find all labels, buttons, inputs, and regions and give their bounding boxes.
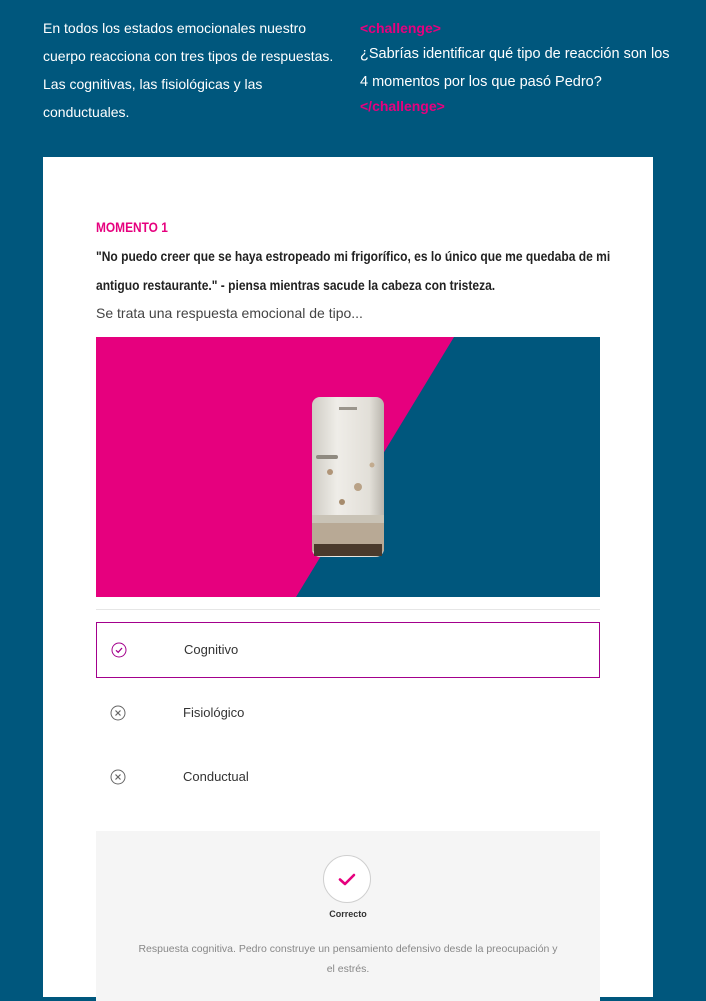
option-fisiologico[interactable]: Fisiológico (96, 686, 600, 742)
moment-title: MOMENTO 1 (96, 219, 168, 235)
option-cognitivo[interactable]: Cognitivo (96, 622, 600, 678)
challenge-block: <challenge> ¿Sabrías identificar qué tip… (360, 14, 670, 116)
feedback-panel: Correcto Respuesta cognitiva. Pedro cons… (96, 831, 600, 1001)
x-circle-icon (110, 769, 126, 785)
x-circle-icon (110, 705, 126, 721)
option-conductual[interactable]: Conductual (96, 750, 600, 806)
old-refrigerator-image (96, 337, 600, 597)
challenge-close-tag: </challenge> (360, 98, 445, 114)
option-label: Conductual (183, 769, 249, 784)
check-circle-icon (111, 642, 127, 658)
feedback-text: Respuesta cognitiva. Pedro construye un … (138, 943, 558, 975)
refrigerator-illustration (96, 337, 600, 597)
option-label: Fisiológico (183, 705, 245, 720)
check-icon (338, 873, 356, 886)
challenge-question: ¿Sabrías identificar qué tipo de reacció… (360, 46, 670, 90)
feedback-status-icon (323, 855, 371, 903)
divider (96, 609, 600, 610)
intro-text: En todos los estados emocionales nuestro… (43, 20, 334, 120)
moment-quote: "No puedo creer que se haya estropeado m… (96, 248, 611, 293)
feedback-status: Correcto (329, 909, 367, 919)
challenge-open-tag: <challenge> (360, 20, 441, 36)
question-prompt: Se trata una respuesta emocional de tipo… (96, 305, 363, 321)
quiz-card: MOMENTO 1 "No puedo creer que se haya es… (43, 157, 653, 1001)
option-label: Cognitivo (184, 642, 239, 657)
